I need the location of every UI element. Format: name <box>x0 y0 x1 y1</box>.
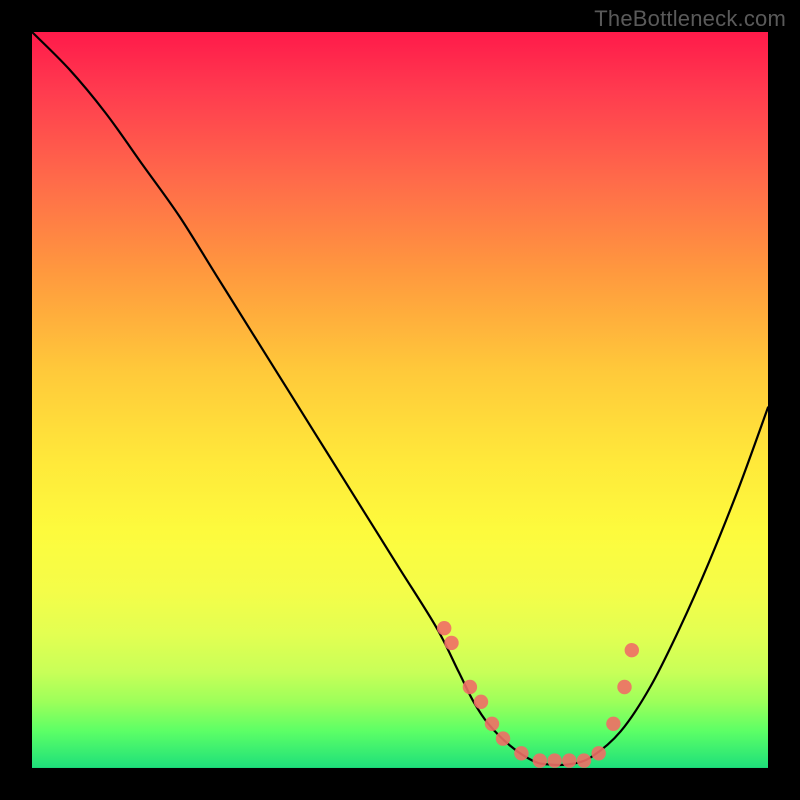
marker-dot <box>617 680 631 694</box>
marker-dot <box>437 621 451 635</box>
marker-dot <box>533 753 547 767</box>
marker-dot <box>444 636 458 650</box>
marker-dot <box>474 695 488 709</box>
marker-dot <box>625 643 639 657</box>
marker-dot <box>562 753 576 767</box>
curve-layer <box>32 32 768 768</box>
marker-dot <box>485 717 499 731</box>
marker-dot <box>577 753 591 767</box>
marker-dot <box>547 753 561 767</box>
marker-dot <box>606 717 620 731</box>
marker-dot <box>463 680 477 694</box>
bottleneck-curve <box>32 32 768 765</box>
marker-dots-group <box>437 621 639 768</box>
plot-area <box>32 32 768 768</box>
marker-dot <box>592 746 606 760</box>
marker-dot <box>514 746 528 760</box>
watermark-text: TheBottleneck.com <box>594 6 786 32</box>
marker-dot <box>496 731 510 745</box>
chart-frame: TheBottleneck.com <box>0 0 800 800</box>
